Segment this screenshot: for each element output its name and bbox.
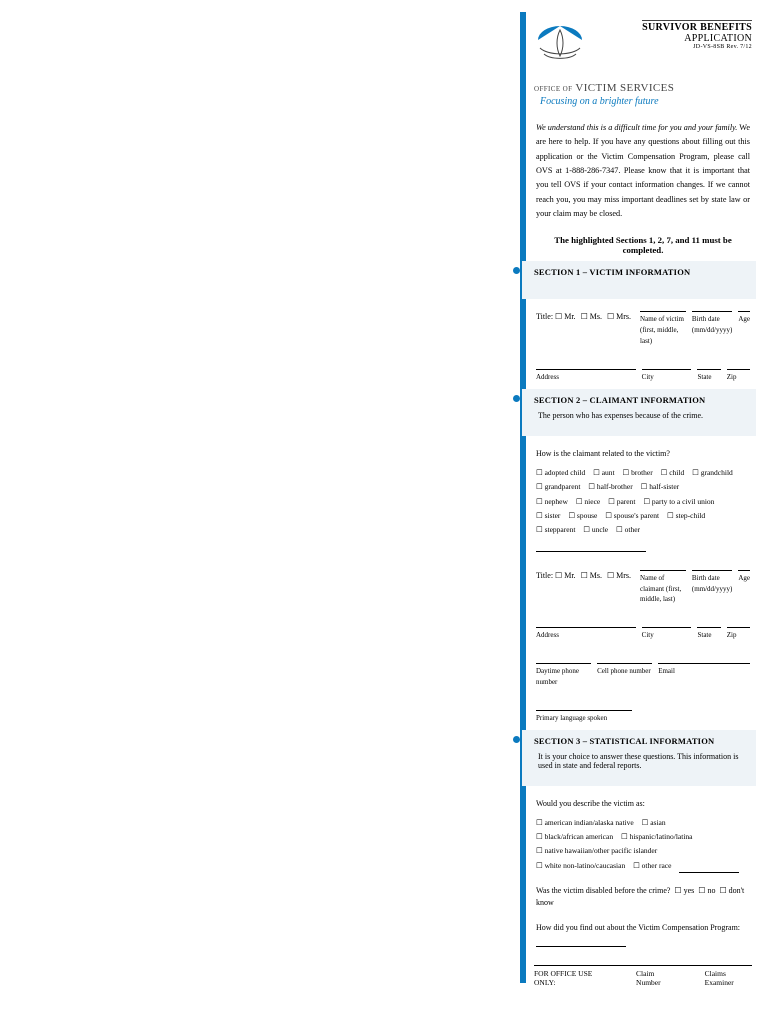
victim-zip-label: Zip xyxy=(727,372,750,383)
required-sections-note: The highlighted Sections 1, 2, 7, and 11… xyxy=(534,235,752,255)
survivor-benefits-title: SURVIVOR BENEFITS xyxy=(642,22,752,33)
rel-step-child[interactable]: ☐ step-child xyxy=(667,509,705,523)
day-phone-label: Daytime phone number xyxy=(536,666,591,688)
ovs-logo xyxy=(534,18,586,64)
rel-grandchild[interactable]: ☐ grandchild xyxy=(692,466,733,480)
section-3-note: It is your choice to answer these questi… xyxy=(538,752,750,770)
victim-state-label: State xyxy=(697,372,720,383)
victim-title-ms[interactable]: ☐ Ms. xyxy=(581,312,602,321)
race-black[interactable]: ☐ black/african american xyxy=(536,830,613,844)
race-question: Would you describe the victim as: xyxy=(536,798,750,810)
section-2-title: SECTION 2 – CLAIMANT INFORMATION xyxy=(534,395,750,405)
form-content: SURVIVOR BENEFITS APPLICATION JD-VS-8SB … xyxy=(522,0,756,995)
victim-birth-label: Birth date (mm/dd/yyyy) xyxy=(692,314,732,336)
claimant-city-label: City xyxy=(642,630,692,641)
disabled-question: Was the victim disabled before the crime… xyxy=(536,885,750,910)
claimant-zip-label: Zip xyxy=(727,630,750,641)
rel-half-brother[interactable]: ☐ half-brother xyxy=(588,480,632,494)
disabled-yes[interactable]: ☐ yes xyxy=(674,886,694,895)
section-2-note: The person who has expenses because of t… xyxy=(538,411,750,420)
rel-sister[interactable]: ☐ sister xyxy=(536,509,560,523)
race-hawaiian[interactable]: ☐ native hawaiian/other pacific islander xyxy=(536,844,657,858)
rel-civil-union[interactable]: ☐ party to a civil union xyxy=(643,495,714,509)
rel-brother[interactable]: ☐ brother xyxy=(622,466,652,480)
left-accent-bar xyxy=(520,12,526,983)
footer-claim-number: Claim Number xyxy=(636,969,677,987)
language-label: Primary language spoken xyxy=(536,713,632,724)
disabled-no[interactable]: ☐ no xyxy=(698,886,715,895)
claimant-title-prefix: Title: ☐ Mr. ☐ Ms. ☐ Mrs. xyxy=(536,570,634,606)
victim-title-mr[interactable]: ☐ Mr. xyxy=(555,312,576,321)
rel-half-sister[interactable]: ☐ half-sister xyxy=(641,480,680,494)
application-title: APPLICATION xyxy=(642,33,752,44)
claimant-title-mr[interactable]: ☐ Mr. xyxy=(555,571,576,580)
section-2-header: SECTION 2 – CLAIMANT INFORMATION The per… xyxy=(522,389,756,436)
section-1-header: SECTION 1 – VICTIM INFORMATION xyxy=(522,261,756,299)
claimant-title-ms[interactable]: ☐ Ms. xyxy=(581,571,602,580)
claimant-address-label: Address xyxy=(536,630,636,641)
race-other-input[interactable] xyxy=(679,872,739,873)
email-label: Email xyxy=(658,666,750,677)
rel-other-input[interactable] xyxy=(536,551,646,552)
footer-office-only: FOR OFFICE USE ONLY: xyxy=(534,969,608,987)
victim-city-label: City xyxy=(642,372,692,383)
race-white[interactable]: ☐ white non-latino/caucasian xyxy=(536,859,625,873)
footer-claims-examiner: Claims Examiner xyxy=(705,969,752,987)
race-other[interactable]: ☐ other race xyxy=(633,859,671,873)
claimant-name-label: Name of claimant (first, middle, last) xyxy=(640,573,686,606)
race-asian[interactable]: ☐ asian xyxy=(642,816,666,830)
race-american-indian[interactable]: ☐ american indian/alaska native xyxy=(536,816,634,830)
rel-adopted-child[interactable]: ☐ adopted child xyxy=(536,466,585,480)
race-options: ☐ american indian/alaska native ☐ asian … xyxy=(536,816,750,873)
rel-niece[interactable]: ☐ niece xyxy=(576,495,600,509)
section-3-header: SECTION 3 – STATISTICAL INFORMATION It i… xyxy=(522,730,756,786)
rel-child[interactable]: ☐ child xyxy=(661,466,685,480)
office-footer: FOR OFFICE USE ONLY: Claim Number Claims… xyxy=(534,965,752,987)
section-3-title: SECTION 3 – STATISTICAL INFORMATION xyxy=(534,736,750,746)
cell-phone-label: Cell phone number xyxy=(597,666,652,677)
rel-other[interactable]: ☐ other xyxy=(616,523,640,537)
rel-spouse-parent[interactable]: ☐ spouse's parent xyxy=(605,509,659,523)
race-hispanic[interactable]: ☐ hispanic/latino/latina xyxy=(621,830,693,844)
section-1-title: SECTION 1 – VICTIM INFORMATION xyxy=(534,267,750,277)
tagline: Focusing on a brighter future xyxy=(540,96,752,107)
rel-parent[interactable]: ☐ parent xyxy=(608,495,635,509)
claimant-state-label: State xyxy=(697,630,720,641)
intro-paragraph: We understand this is a difficult time f… xyxy=(536,121,750,221)
rel-nephew[interactable]: ☐ nephew xyxy=(536,495,568,509)
victim-name-label: Name of victim (first, middle, last) xyxy=(640,314,686,347)
claimant-age-label: Age xyxy=(738,573,750,584)
rel-spouse[interactable]: ☐ spouse xyxy=(568,509,597,523)
findout-question: How did you find out about the Victim Co… xyxy=(536,922,750,947)
form-number: JD-VS-8SB Rev. 7/12 xyxy=(642,44,752,50)
office-name: OFFICE OF VICTIM SERVICES xyxy=(534,82,752,94)
claimant-birth-label: Birth date (mm/dd/yyyy) xyxy=(692,573,732,595)
victim-title-prefix: Title: ☐ Mr. ☐ Ms. ☐ Mrs. xyxy=(536,311,634,347)
claimant-title-mrs[interactable]: ☐ Mrs. xyxy=(607,571,631,580)
rel-stepparent[interactable]: ☐ stepparent xyxy=(536,523,575,537)
rel-grandparent[interactable]: ☐ grandparent xyxy=(536,480,580,494)
rel-aunt[interactable]: ☐ aunt xyxy=(593,466,615,480)
relationship-options: ☐ adopted child ☐ aunt ☐ brother ☐ child… xyxy=(536,466,750,552)
relationship-question: How is the claimant related to the victi… xyxy=(536,448,750,460)
victim-age-label: Age xyxy=(738,314,750,325)
findout-input[interactable] xyxy=(536,946,626,947)
victim-title-mrs[interactable]: ☐ Mrs. xyxy=(607,312,631,321)
victim-address-label: Address xyxy=(536,372,636,383)
rel-uncle[interactable]: ☐ uncle xyxy=(583,523,608,537)
